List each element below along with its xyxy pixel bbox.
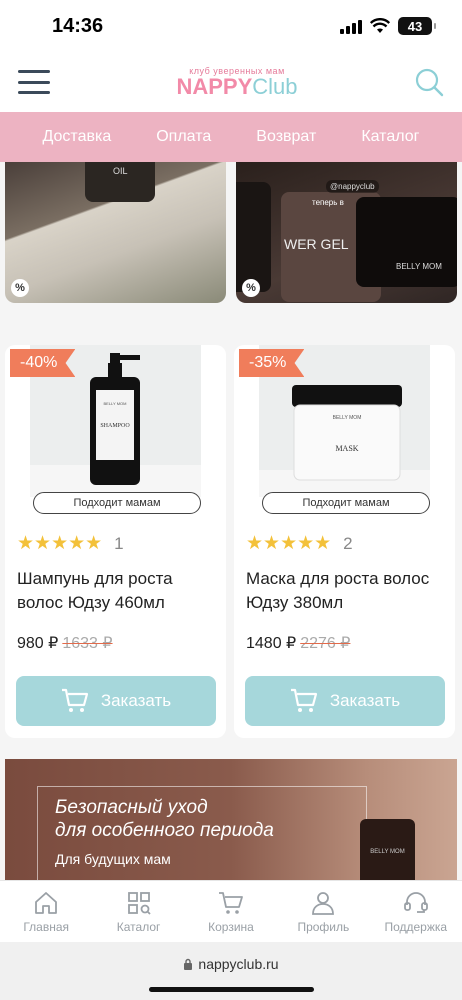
rating: ★★★★★ 2: [246, 532, 353, 555]
page: 14:36 43 клуб уверенных мам NAPPYClub До…: [0, 0, 462, 1000]
wifi-icon: [370, 18, 390, 33]
fits-moms-badge: Подходит мамам: [33, 492, 201, 514]
main-content: OIL % @nappyclub теперь в WER GEL BELLY …: [0, 162, 462, 880]
tab-profile[interactable]: Профиль: [283, 890, 363, 934]
menu-icon[interactable]: [18, 70, 50, 94]
review-count: 2: [343, 533, 353, 553]
tab-label: Профиль: [297, 919, 350, 934]
promo-card-gel[interactable]: @nappyclub теперь в WER GEL BELLY MOM %: [236, 162, 457, 303]
banner-bottle-image: BELLY MOM: [360, 819, 415, 880]
cart-icon: [290, 688, 317, 712]
system-icons: 43: [340, 17, 436, 35]
status-bar: 14:36 43: [0, 0, 462, 52]
tab-label: Корзина: [208, 919, 254, 934]
promo-badge: %: [11, 279, 29, 297]
url-field[interactable]: nappyclub.ru: [183, 956, 279, 972]
rating: ★★★★★ 1: [17, 532, 124, 555]
old-price: 1633 ₽: [62, 635, 113, 652]
logo[interactable]: клуб уверенных мам NAPPYClub: [176, 66, 297, 98]
logo-text: NAPPYClub: [176, 74, 298, 99]
url-text: nappyclub.ru: [198, 956, 279, 972]
search-icon[interactable]: [414, 67, 444, 97]
product-card[interactable]: BELLY MOM MASK -35% Подходит мамам ★★★★★…: [234, 345, 455, 738]
current-price: 980 ₽: [17, 635, 59, 652]
status-time: 14:36: [52, 14, 104, 37]
tab-cart[interactable]: Корзина: [191, 890, 271, 934]
promo-badge: %: [242, 279, 260, 297]
stars-icon: ★★★★★: [17, 533, 103, 554]
nav-delivery[interactable]: Доставка: [43, 128, 112, 146]
top-nav: Доставка Оплата Возврат Каталог: [0, 112, 462, 162]
order-button[interactable]: Заказать: [245, 676, 445, 726]
prices: 1480 ₽ 2276 ₽: [246, 633, 350, 653]
stars-icon: ★★★★★: [246, 533, 332, 554]
tab-catalog[interactable]: Каталог: [99, 890, 179, 934]
home-icon: [35, 891, 58, 914]
tab-home[interactable]: Главная: [6, 890, 86, 934]
svg-text:SHAMPOO: SHAMPOO: [100, 423, 130, 429]
old-price: 2276 ₽: [300, 635, 351, 652]
svg-text:MASK: MASK: [335, 444, 358, 453]
signal-icon: [340, 18, 362, 34]
nav-catalog[interactable]: Каталог: [361, 128, 419, 146]
current-price: 1480 ₽: [246, 635, 297, 652]
product-card[interactable]: BELLY MOM SHAMPOO -40% Подходит мамам ★★…: [5, 345, 226, 738]
cart-icon: [61, 688, 88, 712]
catalog-icon: [127, 891, 151, 915]
support-icon: [403, 891, 428, 913]
tab-support[interactable]: Поддержка: [376, 890, 456, 934]
order-label: Заказать: [100, 691, 172, 710]
site-header: клуб уверенных мам NAPPYClub: [0, 52, 462, 112]
discount-badge: -40%: [10, 349, 76, 377]
order-button[interactable]: Заказать: [16, 676, 216, 726]
prices: 980 ₽ 1633 ₽: [17, 633, 113, 653]
promo-banner[interactable]: Безопасный уход для особенного периода Д…: [5, 759, 457, 880]
profile-icon: [312, 891, 335, 915]
nav-return[interactable]: Возврат: [256, 128, 316, 146]
product-name[interactable]: Маска для роста волос Юдзу 380мл: [246, 567, 446, 615]
tab-label: Поддержка: [384, 919, 448, 934]
product-name[interactable]: Шампунь для роста волос Юдзу 460мл: [17, 567, 217, 615]
svg-text:BELLY MOM: BELLY MOM: [104, 401, 127, 406]
review-count: 1: [114, 533, 124, 553]
nav-payment[interactable]: Оплата: [156, 128, 211, 146]
tab-label: Каталог: [116, 919, 161, 934]
order-label: Заказать: [329, 691, 401, 710]
browser-bar: nappyclub.ru: [0, 942, 462, 1000]
battery-icon: 43: [398, 17, 436, 35]
banner-subtitle: Для будущих мам: [55, 851, 171, 867]
fits-moms-badge: Подходит мамам: [262, 492, 430, 514]
lock-icon: [184, 958, 193, 970]
bottom-tabbar: Главная Каталог Корзина Профиль Поддержк…: [0, 880, 462, 942]
svg-text:BELLY MOM: BELLY MOM: [333, 415, 362, 421]
banner-title: Безопасный уход для особенного периода: [55, 797, 274, 841]
promo-card-oil[interactable]: OIL %: [5, 162, 226, 303]
home-indicator: [149, 987, 314, 992]
cart-icon: [218, 891, 243, 914]
tab-label: Главная: [23, 919, 70, 934]
